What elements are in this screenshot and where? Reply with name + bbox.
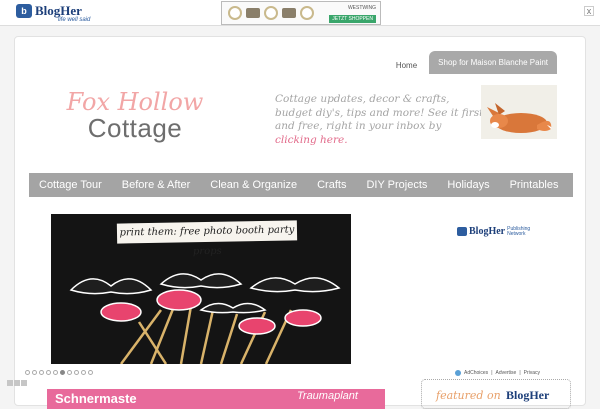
ad-product-image: [264, 6, 278, 20]
divider: |: [491, 370, 493, 376]
slider-pagination: [25, 370, 93, 375]
top-banner-ad[interactable]: WESTWING JETZT SHOPPEN: [221, 1, 381, 25]
bottom-banner-ad[interactable]: Schnermaste Traumaplant: [47, 389, 385, 409]
slider-dot[interactable]: [53, 370, 58, 375]
nav-item-before-after[interactable]: Before & After: [112, 173, 200, 197]
site-logo[interactable]: Fox Hollow Cottage: [55, 89, 215, 141]
page-container: Home Shop for Maison Blanche Paint Fox H…: [7, 36, 586, 409]
featured-text: featured on: [436, 389, 501, 402]
blogher-icon: b: [16, 4, 32, 18]
divider: |: [519, 370, 521, 376]
slider-dot-active[interactable]: [60, 370, 65, 375]
blogher-network-badge[interactable]: BlogHer Publishing Network: [457, 226, 533, 237]
ad-choices-bar: AdChoices | Advertise | Privacy: [455, 370, 540, 376]
top-nav: Home Shop for Maison Blanche Paint: [388, 51, 557, 74]
close-icon[interactable]: x: [584, 6, 594, 16]
header-tagline: Cottage updates, decor & crafts, budget …: [275, 93, 485, 147]
slider-dot[interactable]: [74, 370, 79, 375]
ad-product-image: [246, 8, 260, 18]
subscribe-link[interactable]: clicking here.: [275, 134, 348, 146]
share-icon[interactable]: [14, 380, 20, 386]
privacy-link[interactable]: Privacy: [524, 370, 540, 376]
top-bar: b BlogHer life well said WESTWING JETZT …: [0, 0, 600, 26]
slider-dot[interactable]: [67, 370, 72, 375]
nav-item-crafts[interactable]: Crafts: [307, 173, 356, 197]
ad-brand: WESTWING: [347, 5, 376, 11]
nav-item-holidays[interactable]: Holidays: [437, 173, 499, 197]
ad-product-image: [300, 6, 314, 20]
slider-dot[interactable]: [81, 370, 86, 375]
site-logo-line2: Cottage: [87, 113, 183, 143]
slider-dot[interactable]: [25, 370, 30, 375]
blogher-logo[interactable]: b BlogHer life well said: [16, 3, 90, 23]
nav-item-diy-projects[interactable]: DIY Projects: [356, 173, 437, 197]
fox-icon: [487, 103, 552, 133]
adchoices-icon: [455, 370, 461, 376]
featured-brand: BlogHer: [506, 388, 550, 402]
slider-dot[interactable]: [32, 370, 37, 375]
nav-item-printables[interactable]: Printables: [500, 173, 569, 197]
adchoices-link[interactable]: AdChoices: [464, 370, 488, 376]
featured-on-badge[interactable]: featured on BlogHer: [421, 379, 571, 409]
blogher-logo-name: BlogHer: [35, 3, 82, 18]
featured-slider[interactable]: print them: free photo booth party props: [51, 214, 351, 364]
site-logo-line1: Fox Hollow: [66, 88, 204, 116]
share-icon[interactable]: [21, 380, 27, 386]
network-name: BlogHer: [469, 226, 506, 237]
network-sub: Publishing Network: [507, 225, 531, 237]
ad-product-image: [228, 6, 242, 20]
ad-headline: Schnermaste: [55, 391, 137, 406]
nav-shop-tab[interactable]: Shop for Maison Blanche Paint: [429, 51, 557, 74]
nav-item-cottage-tour[interactable]: Cottage Tour: [29, 173, 112, 197]
fox-illustration: [481, 85, 557, 139]
tagline-text: Cottage updates, decor & crafts, budget …: [275, 93, 484, 132]
slide-caption: print them: free photo booth party props: [116, 220, 298, 257]
slider-dot[interactable]: [46, 370, 51, 375]
ad-brand: Traumaplant: [297, 390, 358, 402]
blogher-logo-tagline: life well said: [58, 17, 91, 23]
slider-dot[interactable]: [39, 370, 44, 375]
share-icons: [7, 380, 27, 386]
nav-item-clean-organize[interactable]: Clean & Organize: [200, 173, 307, 197]
share-icon[interactable]: [7, 380, 13, 386]
ad-product-image: [282, 8, 296, 18]
nav-home-link[interactable]: Home: [388, 57, 425, 74]
main-nav: Cottage Tour Before & After Clean & Orga…: [29, 173, 573, 197]
ad-shop-button[interactable]: JETZT SHOPPEN: [329, 15, 376, 23]
blogher-icon: [457, 227, 467, 236]
slider-dot[interactable]: [88, 370, 93, 375]
advertise-link[interactable]: Advertise: [496, 370, 517, 376]
